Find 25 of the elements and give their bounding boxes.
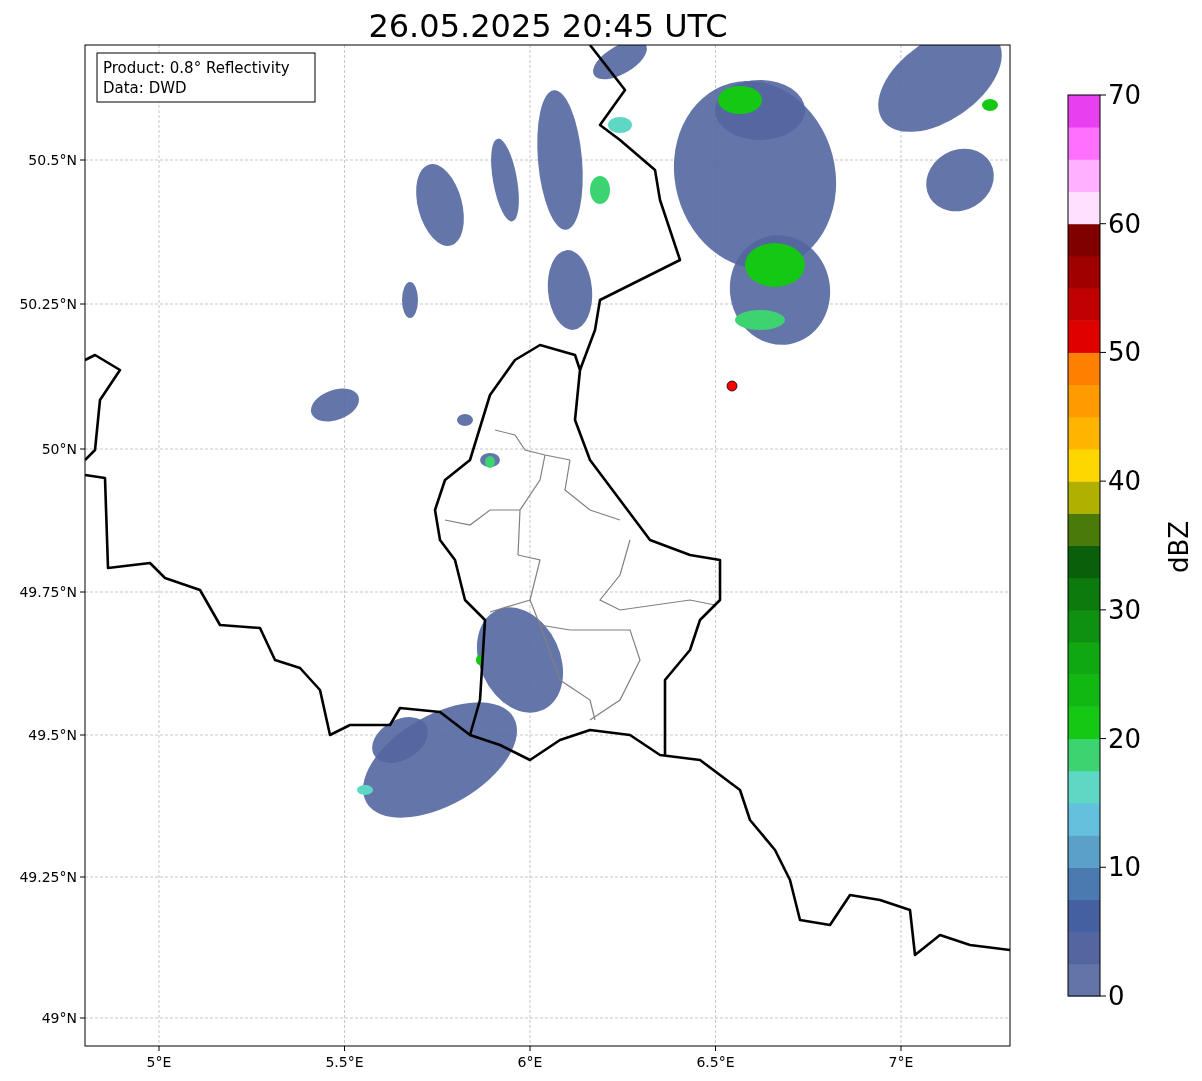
colorbar-tick-label: 50 (1108, 337, 1142, 368)
colorbar-tick-label: 30 (1108, 594, 1142, 625)
radar-site-marker (726, 380, 738, 392)
colorbar-tick-label: 0 (1108, 981, 1125, 1011)
axis-tick-label: 6°E (517, 1054, 543, 1070)
axis-tick-label: 49.25°N (19, 869, 77, 885)
axis-tick-label: 50.25°N (19, 296, 77, 312)
axis-tick-label: 50.5°N (28, 152, 77, 168)
colorbar-tick-label: 10 (1108, 852, 1142, 883)
colorbar-tick-label: 70 (1108, 80, 1142, 110)
legend-text: Product: 0.8° Reflectivity (103, 59, 290, 77)
chart-title: 26.05.2025 20:45 UTC (368, 7, 728, 45)
colorbar-tick-label: 40 (1108, 466, 1142, 497)
axis-tick-label: 49.75°N (19, 584, 77, 600)
axis-tick-label: 49.5°N (28, 727, 77, 743)
axis-tick-label: 5°E (146, 1054, 172, 1070)
legend-text: Data: DWD (103, 79, 187, 97)
colorbar-tick-label: 60 (1108, 208, 1142, 239)
axis-tick-label: 50°N (41, 441, 77, 457)
axis-tick-label: 6.5°E (696, 1054, 735, 1070)
axis-tick-label: 7°E (888, 1054, 914, 1070)
colorbar-label: dBZ (1164, 520, 1194, 574)
colorbar-tick-label: 20 (1108, 723, 1142, 754)
axis-tick-label: 5.5°E (325, 1054, 364, 1070)
axis-tick-label: 49°N (41, 1010, 77, 1026)
